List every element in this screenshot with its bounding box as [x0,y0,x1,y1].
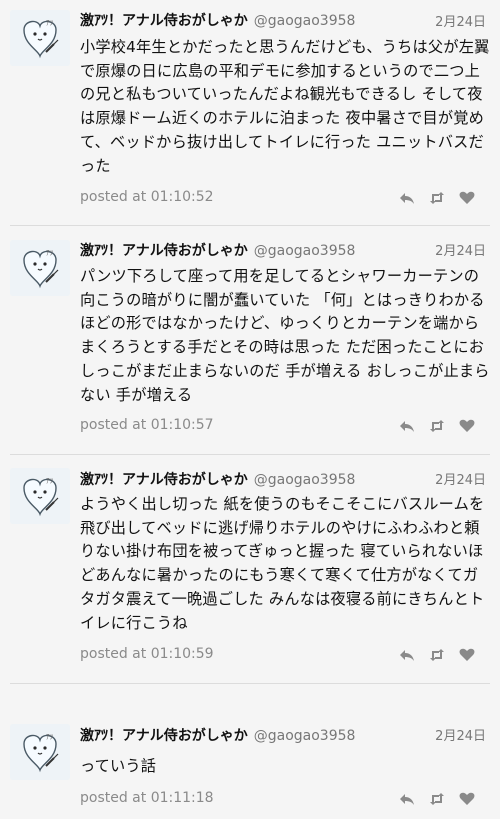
reply-icon[interactable] [398,189,416,207]
svg-text:ｱﾂ: ｱﾂ [46,733,53,741]
avatar[interactable]: ｱﾂ [10,10,70,66]
avatar-image: ｱﾂ [10,468,70,524]
tweet-actions [398,790,478,808]
tweet-date[interactable]: 2月24日 [435,469,486,488]
retweet-icon[interactable] [428,417,446,435]
heart-icon[interactable] [458,646,476,664]
tweet-3: ｱﾂ 激ｱﾂ！アナル侍おがしゃか @gaogao3958 2月24日 ようやく出し… [0,455,500,683]
tweet-text: 小学校4年生とかだったと思うんだけども、うちは父が左翼で原爆の日に広島の平和デモ… [80,38,490,175]
avatar[interactable]: ｱﾂ [10,724,70,780]
svg-text:ｱﾂ: ｱﾂ [46,19,53,27]
posted-timestamp[interactable]: posted at 01:10:59 [80,646,214,662]
tweet-actions [398,189,478,207]
handle[interactable]: @gaogao3958 [254,472,356,488]
retweet-icon[interactable] [428,790,446,808]
posted-timestamp[interactable]: posted at 01:10:57 [80,417,214,433]
tweet-author[interactable]: 激ｱﾂ！アナル侍おがしゃか @gaogao3958 [80,10,355,30]
display-name[interactable]: 激ｱﾂ！アナル侍おがしゃか [80,472,248,488]
tweet-author[interactable]: 激ｱﾂ！アナル侍おがしゃか @gaogao3958 [80,469,355,489]
tweet-author[interactable]: 激ｱﾂ！アナル侍おがしゃか @gaogao3958 [80,725,355,745]
svg-text:ｱﾂ: ｱﾂ [46,249,53,257]
avatar-image: ｱﾂ [10,724,70,780]
handle[interactable]: @gaogao3958 [254,13,356,29]
reply-icon[interactable] [398,790,416,808]
tweet-author[interactable]: 激ｱﾂ！アナル侍おがしゃか @gaogao3958 [80,240,355,260]
reply-icon[interactable] [398,646,416,664]
tweet-date[interactable]: 2月24日 [435,725,486,744]
tweet-actions [398,646,478,664]
heart-icon[interactable] [458,790,476,808]
avatar-image: ｱﾂ [10,10,70,66]
avatar[interactable]: ｱﾂ [10,240,70,296]
posted-timestamp[interactable]: posted at 01:10:52 [80,189,214,205]
retweet-icon[interactable] [428,646,446,664]
handle[interactable]: @gaogao3958 [254,728,356,744]
tweet-text: パンツ下ろして座って用を足してるとシャワーカーテンの向こうの暗がりに闇が蠢いてい… [80,267,490,404]
display-name[interactable]: 激ｱﾂ！アナル侍おがしゃか [80,243,248,259]
avatar[interactable]: ｱﾂ [10,468,70,524]
tweet-2: ｱﾂ 激ｱﾂ！アナル侍おがしゃか @gaogao3958 2月24日 パンツ下ろし… [0,226,500,454]
tweet-1: ｱﾂ 激ｱﾂ！アナル侍おがしゃか @gaogao3958 2月24日 小学校4年生… [0,0,500,225]
tweet-actions [398,417,478,435]
tweet-date[interactable]: 2月24日 [435,240,486,259]
tweet-text: っていう話 [80,757,157,775]
reply-icon[interactable] [398,417,416,435]
tweet-date[interactable]: 2月24日 [435,11,486,30]
tweet-4: ｱﾂ 激ｱﾂ！アナル侍おがしゃか @gaogao3958 2月24日 っていう話 … [0,684,500,819]
heart-icon[interactable] [458,189,476,207]
heart-icon[interactable] [458,417,476,435]
svg-text:ｱﾂ: ｱﾂ [46,477,53,485]
handle[interactable]: @gaogao3958 [254,243,356,259]
display-name[interactable]: 激ｱﾂ！アナル侍おがしゃか [80,728,248,744]
posted-timestamp[interactable]: posted at 01:11:18 [80,790,214,806]
avatar-image: ｱﾂ [10,240,70,296]
display-name[interactable]: 激ｱﾂ！アナル侍おがしゃか [80,13,248,29]
tweet-text: ようやく出し切った 紙を使うのもそこそこにバスルームを飛び出してベッドに逃げ帰り… [80,495,485,632]
retweet-icon[interactable] [428,189,446,207]
